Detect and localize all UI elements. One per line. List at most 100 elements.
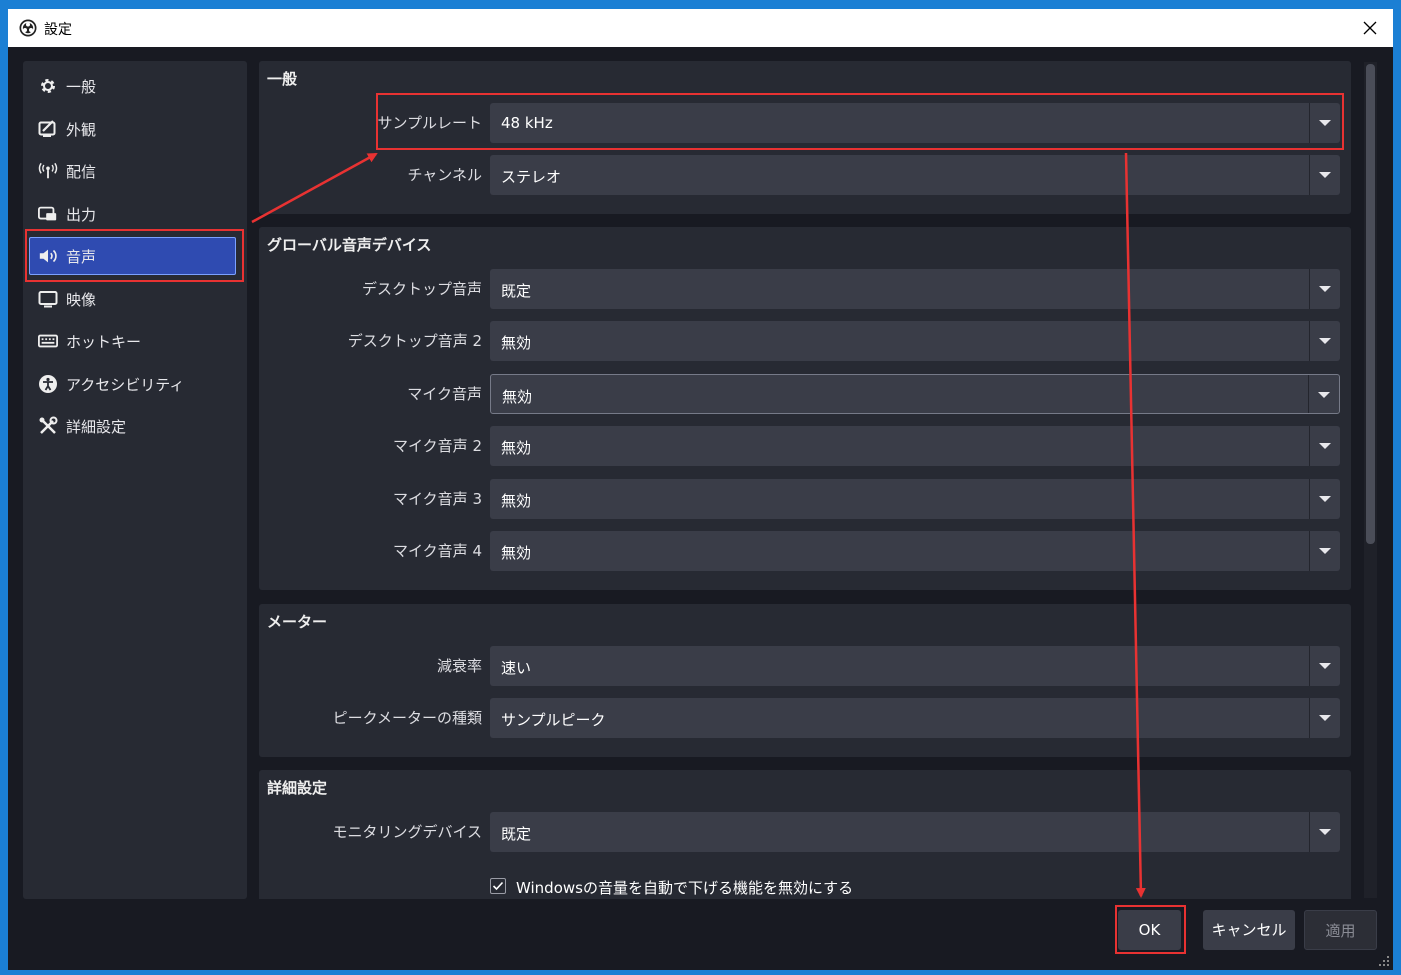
channels-select[interactable]: ステレオ: [490, 155, 1340, 195]
appearance-icon: [38, 119, 58, 139]
output-icon: [38, 204, 58, 224]
sidebar-item-audio[interactable]: 音声: [23, 237, 247, 275]
gear-icon: [38, 76, 58, 96]
mic-audio-value: 無効: [502, 388, 533, 406]
group-global-audio: グローバル音声デバイス デスクトップ音声 既定 デスクトップ音声 2 無効 マイ…: [259, 227, 1351, 590]
mic-audio-label: マイク音声: [407, 385, 482, 403]
speaker-icon: [38, 246, 58, 266]
peak-meter-type-label: ピークメーターの種類: [332, 709, 482, 727]
decay-rate-value: 速い: [501, 659, 532, 677]
sidebar-item-label: 映像: [66, 291, 97, 309]
combo-separator: [1309, 321, 1310, 361]
sidebar-item-general[interactable]: 一般: [23, 68, 247, 104]
sidebar-item-output[interactable]: 出力: [23, 196, 247, 232]
sidebar-item-appearance[interactable]: 外観: [23, 111, 247, 147]
accessibility-icon: [38, 374, 58, 394]
settings-content: 一般 サンプルレート 48 kHz チャンネル ステレオ グローバル音声デバイス…: [259, 61, 1351, 899]
group-general: 一般 サンプルレート 48 kHz チャンネル ステレオ: [259, 61, 1351, 214]
mic-audio-3-value: 無効: [501, 492, 532, 510]
desktop-audio-select[interactable]: 既定: [490, 269, 1340, 309]
settings-window: 設定 一般 外観 配信 出力 音声 映像 ホットキー アクセシビリティ 詳細設定…: [8, 9, 1393, 970]
combo-separator: [1309, 426, 1310, 466]
sidebar-item-label: 出力: [66, 206, 97, 224]
decay-rate-label: 減衰率: [436, 657, 482, 675]
monitoring-device-value: 既定: [501, 825, 532, 843]
combo-separator: [1309, 479, 1310, 519]
chevron-down-icon: [1318, 392, 1330, 398]
close-button[interactable]: [1347, 9, 1393, 47]
combo-separator: [1309, 269, 1310, 309]
monitor-icon: [38, 289, 58, 309]
monitoring-device-select[interactable]: 既定: [490, 812, 1340, 852]
vertical-scrollbar[interactable]: [1364, 62, 1377, 898]
ok-button[interactable]: OK: [1118, 910, 1181, 950]
channels-label: チャンネル: [407, 166, 482, 184]
desktop-audio-2-select[interactable]: 無効: [490, 321, 1340, 361]
obs-logo-icon: [19, 19, 37, 37]
cancel-button[interactable]: キャンセル: [1203, 910, 1295, 950]
sidebar-item-label: アクセシビリティ: [66, 376, 185, 394]
mic-audio-2-label: マイク音声 2: [392, 437, 482, 455]
sample-rate-select[interactable]: 48 kHz: [490, 103, 1340, 143]
chevron-down-icon: [1319, 548, 1331, 554]
mic-audio-4-select[interactable]: 無効: [490, 531, 1340, 571]
checkbox-box[interactable]: [490, 878, 506, 894]
chevron-down-icon: [1319, 829, 1331, 835]
combo-separator: [1309, 531, 1310, 571]
sample-rate-value: 48 kHz: [501, 114, 553, 132]
sidebar-item-accessibility[interactable]: アクセシビリティ: [23, 366, 247, 402]
chevron-down-icon: [1319, 663, 1331, 669]
sidebar-item-label: 外観: [66, 121, 97, 139]
chevron-down-icon: [1319, 120, 1331, 126]
mic-audio-2-select[interactable]: 無効: [490, 426, 1340, 466]
combo-separator: [1308, 375, 1309, 413]
mic-audio-4-label: マイク音声 4: [392, 542, 482, 560]
sidebar-item-stream[interactable]: 配信: [23, 153, 247, 189]
peak-meter-type-value: サンプルピーク: [501, 711, 606, 729]
mic-audio-2-value: 無効: [501, 439, 532, 457]
sidebar-item-hotkeys[interactable]: ホットキー: [23, 323, 247, 359]
group-title: 詳細設定: [267, 779, 328, 797]
mic-audio-select[interactable]: 無効: [490, 374, 1340, 414]
desktop-audio-value: 既定: [501, 282, 532, 300]
sidebar-item-advanced[interactable]: 詳細設定: [23, 408, 247, 444]
decay-rate-select[interactable]: 速い: [490, 646, 1340, 686]
chevron-down-icon: [1319, 715, 1331, 721]
checkmark-icon: [492, 881, 504, 891]
close-icon: [1363, 21, 1377, 35]
active-highlight: [29, 237, 236, 275]
group-meters: メーター 減衰率 速い ピークメーターの種類 サンプルピーク: [259, 604, 1351, 757]
sample-rate-label: サンプルレート: [377, 114, 482, 132]
sidebar-item-label: 一般: [66, 78, 97, 96]
disable-ducking-label: Windowsの音量を自動で下げる機能を無効にする: [516, 879, 854, 897]
apply-button[interactable]: 適用: [1304, 910, 1377, 950]
desktop-audio-2-value: 無効: [501, 334, 532, 352]
desktop-audio-2-label: デスクトップ音声 2: [347, 332, 482, 350]
sidebar-item-label: ホットキー: [66, 333, 142, 351]
scrollbar-thumb[interactable]: [1366, 64, 1375, 544]
chevron-down-icon: [1319, 172, 1331, 178]
title-bar: 設定: [8, 9, 1393, 47]
peak-meter-type-select[interactable]: サンプルピーク: [490, 698, 1340, 738]
channels-value: ステレオ: [501, 168, 562, 186]
combo-separator: [1309, 698, 1310, 738]
mic-audio-3-select[interactable]: 無効: [490, 479, 1340, 519]
sidebar-item-label: 詳細設定: [66, 418, 127, 436]
mic-audio-3-label: マイク音声 3: [392, 490, 482, 508]
combo-separator: [1309, 155, 1310, 195]
chevron-down-icon: [1319, 286, 1331, 292]
broadcast-icon: [38, 161, 58, 181]
combo-separator: [1309, 103, 1310, 143]
combo-separator: [1309, 646, 1310, 686]
mic-audio-4-value: 無効: [501, 544, 532, 562]
sidebar-item-video[interactable]: 映像: [23, 281, 247, 317]
keyboard-icon: [38, 331, 58, 351]
chevron-down-icon: [1319, 496, 1331, 502]
desktop-audio-label: デスクトップ音声: [361, 280, 482, 298]
resize-grip-icon[interactable]: [1379, 956, 1389, 966]
monitoring-device-label: モニタリングデバイス: [332, 823, 482, 841]
combo-separator: [1309, 812, 1310, 852]
window-title: 設定: [44, 22, 72, 38]
chevron-down-icon: [1319, 338, 1331, 344]
group-title: メーター: [267, 613, 328, 631]
